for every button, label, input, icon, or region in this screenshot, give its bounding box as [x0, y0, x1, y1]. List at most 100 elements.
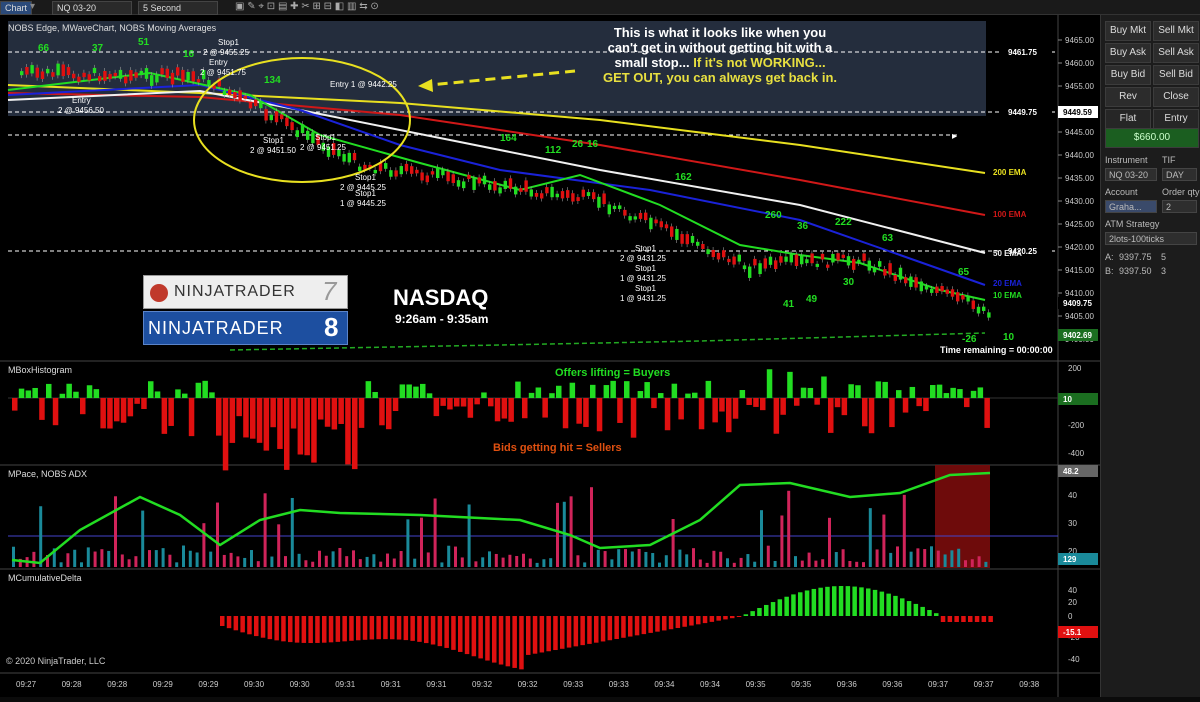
- mpace-bar: [345, 556, 349, 567]
- account-select[interactable]: Graha...: [1105, 200, 1157, 213]
- close-button[interactable]: Close: [1153, 87, 1199, 107]
- mpace-bar: [569, 496, 573, 567]
- mbox-bar: [18, 388, 25, 398]
- candle: [238, 90, 242, 101]
- price-tick-label: 9440.00: [1065, 151, 1094, 160]
- mcum-bar: [560, 616, 565, 649]
- trade-label: Stop1: [355, 173, 376, 182]
- time-tick-label: 09:32: [518, 680, 539, 689]
- mbox-bar: [664, 398, 671, 431]
- time-tick-label: 09:29: [198, 680, 219, 689]
- mpace-bar: [698, 559, 702, 567]
- candle: [540, 193, 544, 199]
- mcum-bar: [791, 594, 796, 616]
- mpace-bar: [855, 561, 859, 567]
- candle: [196, 79, 201, 83]
- mpace-bar: [828, 517, 831, 567]
- mcum-bar: [226, 616, 232, 629]
- candle: [597, 196, 601, 208]
- candle: [711, 249, 715, 258]
- candle: [956, 292, 960, 302]
- mcum-bar: [852, 586, 857, 616]
- mbox-bar: [780, 398, 786, 415]
- mbox-bar: [12, 398, 18, 411]
- chart-canvas[interactable]: 9465.009460.009455.009450.009445.009440.…: [0, 15, 1100, 697]
- chart-area[interactable]: 9465.009460.009455.009450.009445.009440.…: [0, 15, 1100, 697]
- sell-ask-button[interactable]: Sell Ask: [1153, 43, 1199, 63]
- buy-mkt-button[interactable]: Buy Mkt: [1105, 21, 1151, 41]
- buy-bid-button[interactable]: Buy Bid: [1105, 65, 1151, 85]
- candle: [508, 178, 513, 189]
- candle: [748, 266, 752, 278]
- time-tick-label: 09:35: [791, 680, 812, 689]
- mpace-bar: [447, 545, 451, 567]
- mpace-bar: [916, 548, 920, 567]
- interval-selector[interactable]: 5 Second: [138, 1, 218, 15]
- order-qty-label: Order qty: [1162, 187, 1200, 197]
- candle: [30, 65, 34, 74]
- trade-label: Stop1: [635, 264, 656, 273]
- buy-ask-button[interactable]: Buy Ask: [1105, 43, 1151, 63]
- mpace-bar: [705, 562, 709, 567]
- menu-icon[interactable]: ▾: [30, 1, 35, 13]
- mpace-bar: [875, 549, 879, 567]
- wave-label: 162: [675, 172, 692, 183]
- reverse-button[interactable]: Rev: [1105, 87, 1151, 107]
- mcum-bar: [859, 587, 864, 616]
- mpace-bar: [100, 549, 104, 567]
- level-label: 9461.75: [1008, 48, 1037, 57]
- mbox-bar: [488, 398, 494, 407]
- mpace-bar: [624, 549, 627, 567]
- mbox-bar: [134, 398, 140, 404]
- mbox-bar: [460, 398, 467, 407]
- nt-logo-icon: [150, 284, 168, 302]
- mcum-bar: [328, 616, 334, 643]
- instrument-selector[interactable]: NQ 03-20: [52, 1, 132, 15]
- mcum-bar: [587, 616, 592, 644]
- candle: [883, 269, 887, 276]
- order-qty-field[interactable]: 2: [1162, 200, 1197, 213]
- mcum-bar: [532, 616, 538, 654]
- mbox-bar: [80, 398, 86, 415]
- instrument-field[interactable]: NQ 03-20: [1105, 168, 1157, 181]
- price-tick-label: 9435.00: [1065, 174, 1094, 183]
- mbox-bar: [494, 398, 501, 422]
- time-tick-label: 09:31: [426, 680, 447, 689]
- wave-label: 222: [835, 217, 852, 228]
- time-tick-label: 09:33: [609, 680, 630, 689]
- mcum-bar: [247, 616, 252, 635]
- sell-mkt-button[interactable]: Sell Mkt: [1153, 21, 1199, 41]
- mpace-bar: [195, 552, 199, 567]
- candle: [139, 70, 143, 76]
- trade-label: Stop1: [635, 244, 656, 253]
- toolbar-icons[interactable]: ▣ ✎ ⌖ ⊡ ▤ ✚ ✂ ⊞ ⊟ ◧ ▥ ⇆ ⊙: [235, 1, 379, 13]
- candle: [176, 67, 180, 76]
- candle: [898, 267, 903, 280]
- mpace-bar: [168, 554, 172, 567]
- time-tick-label: 09:35: [746, 680, 767, 689]
- mcum-bar: [254, 616, 259, 637]
- candle: [779, 256, 783, 263]
- wave-label: 260: [765, 210, 782, 221]
- mbox-bar: [678, 398, 684, 420]
- mbox-bar: [726, 398, 732, 433]
- mpace-bar: [834, 552, 838, 567]
- tif-select[interactable]: DAY: [1162, 168, 1197, 181]
- sell-bid-button[interactable]: Sell Bid: [1153, 65, 1199, 85]
- candle: [155, 74, 159, 83]
- mcum-bar: [424, 616, 429, 644]
- mcum-bar: [417, 616, 422, 642]
- candle: [566, 190, 570, 198]
- chart-tab[interactable]: Chart: [0, 1, 33, 15]
- mpace-bar: [250, 550, 253, 567]
- mbox-bar: [732, 398, 739, 419]
- candle: [191, 71, 195, 82]
- candle: [436, 167, 440, 179]
- mpace-bar: [243, 557, 247, 567]
- mpace-bar: [290, 497, 294, 567]
- candle: [560, 191, 565, 199]
- mcum-bar: [655, 616, 660, 632]
- atm-strategy-select[interactable]: 2lots-100ticks: [1105, 232, 1197, 245]
- mbox-bar: [440, 398, 446, 406]
- candle: [472, 178, 476, 190]
